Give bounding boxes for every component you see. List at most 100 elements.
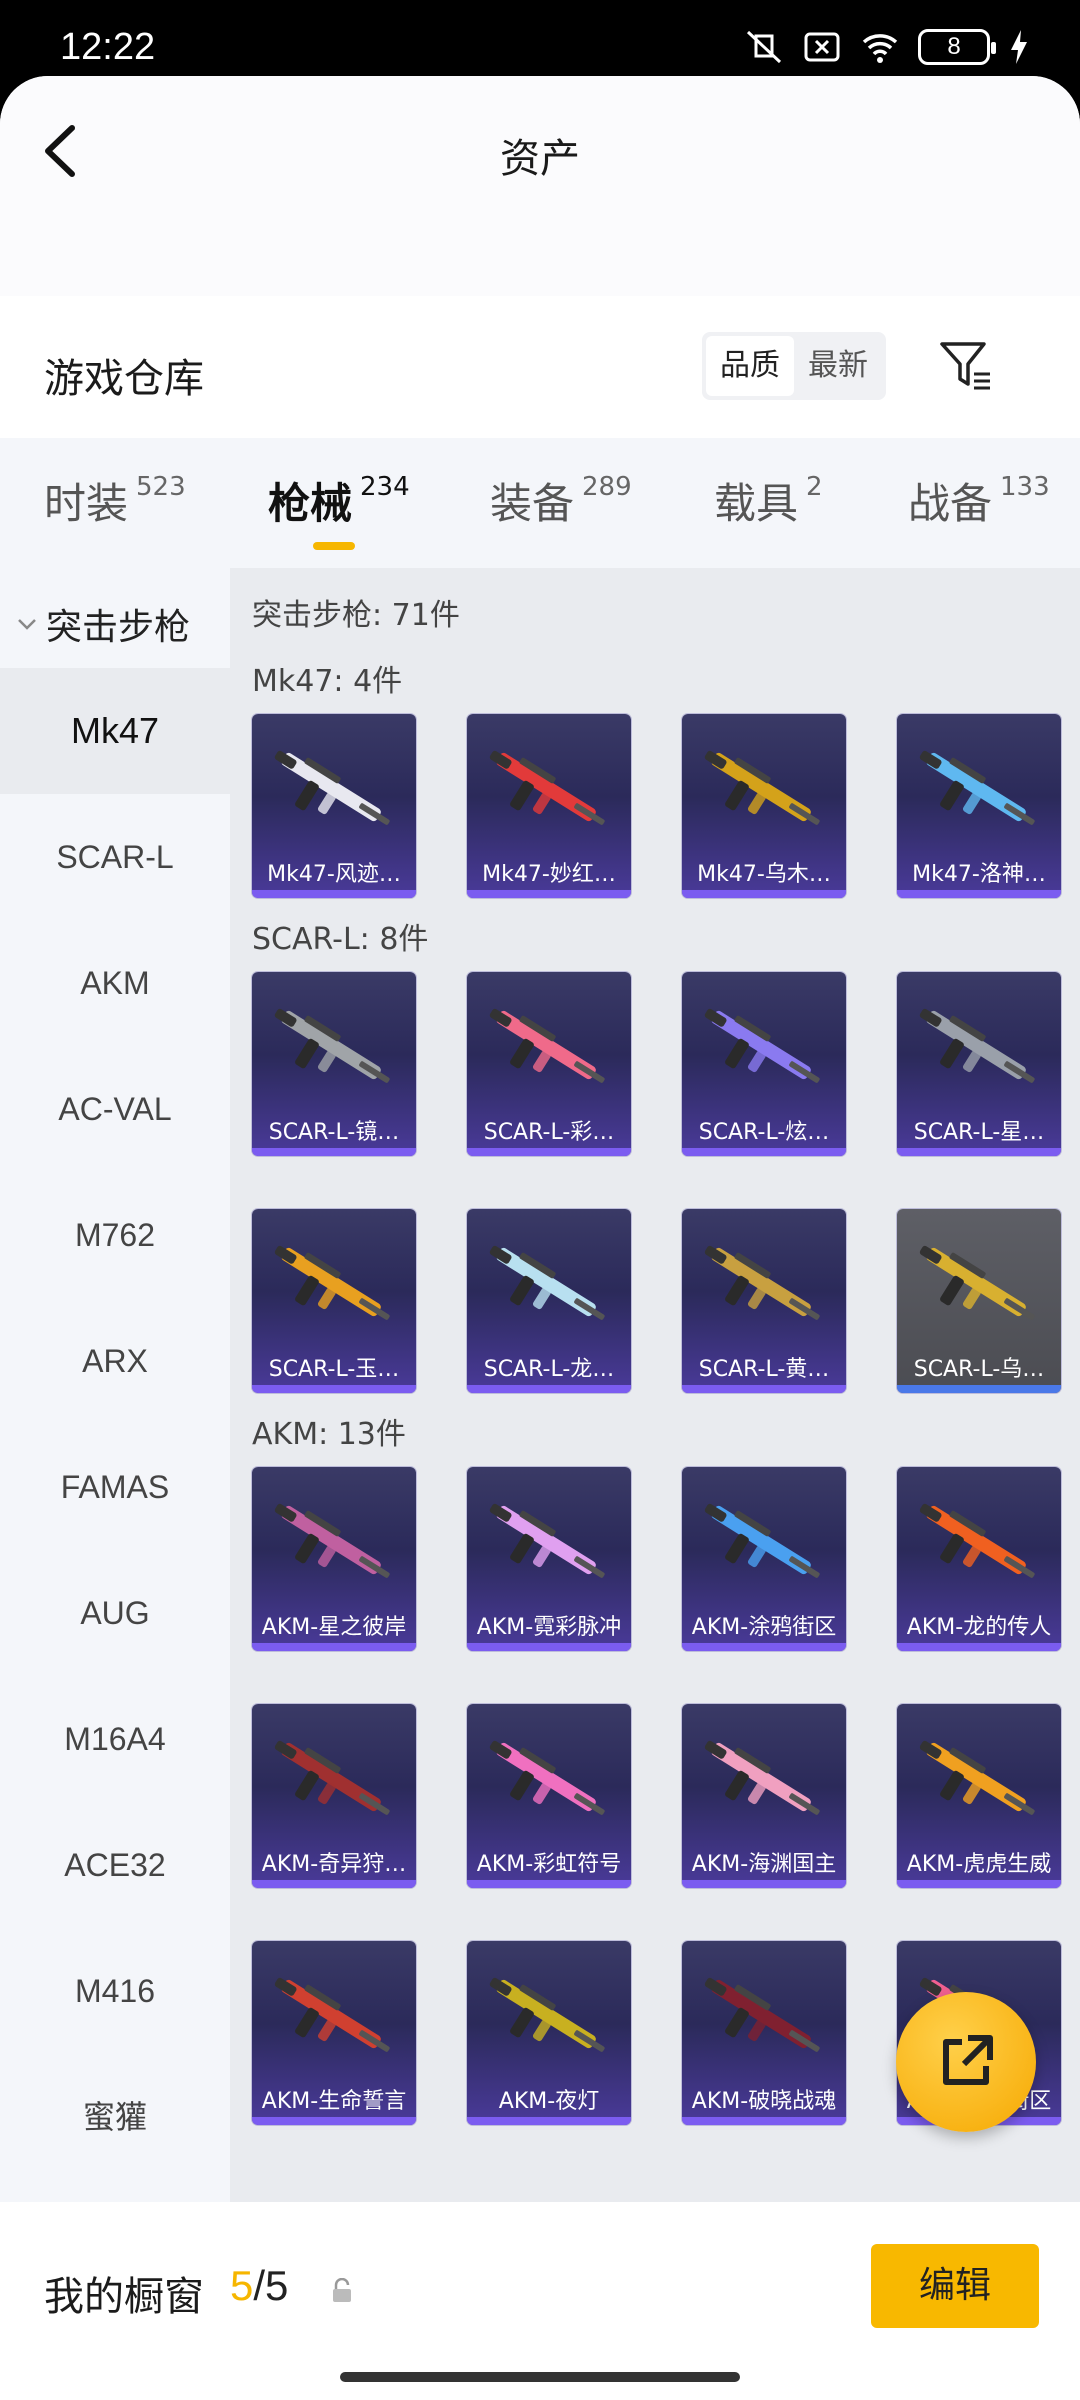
weapon-skin-name: AKM-奇异狩… — [261, 1852, 407, 1877]
rarity-bar — [252, 890, 416, 898]
sidebar-item[interactable]: AC-VAL — [0, 1046, 230, 1172]
tab-label: 时装 — [44, 479, 129, 528]
weapon-skin-card[interactable]: AKM-夜灯 — [467, 1941, 631, 2125]
weapon-skin-name: Mk47-洛神… — [912, 862, 1046, 887]
weapon-skin-image — [704, 750, 820, 825]
sidebar-item[interactable]: Mk47 — [0, 668, 230, 794]
tab-label: 战备 — [908, 479, 993, 528]
weapon-skin-card[interactable]: AKM-生命誓言 — [252, 1941, 416, 2125]
weapon-skin-card[interactable]: SCAR-L-镜… — [252, 972, 416, 1156]
weapon-skin-name: AKM-海渊国主 — [691, 1852, 837, 1877]
sidebar-item[interactable]: M16A4 — [0, 1676, 230, 1802]
top-header: 资产 — [0, 76, 1080, 296]
weapon-skin-name: AKM-霓彩脉冲 — [476, 1615, 622, 1640]
weapon-skin-card[interactable]: SCAR-L-乌… — [897, 1209, 1061, 1393]
external-link-icon — [943, 2035, 993, 2085]
rarity-bar — [252, 2117, 416, 2125]
weapon-skin-card[interactable]: SCAR-L-彩… — [467, 972, 631, 1156]
rarity-bar — [682, 2117, 846, 2125]
sidebar-item[interactable]: 蜜獾 — [0, 2054, 230, 2180]
weapon-skin-name: Mk47-风迹… — [267, 862, 401, 887]
items-grid-panel: 突击步枪: 71件 Mk47: 4件 Mk47-风迹… Mk47-妙红… Mk47-乌… — [230, 568, 1080, 2202]
tab-combat-gear[interactable]: 战备 133 — [908, 470, 1050, 531]
section-title: SCAR-L: 8件 — [252, 922, 429, 957]
weapon-skin-name: Mk47-乌木… — [697, 862, 831, 887]
weapon-skin-image — [919, 750, 1035, 825]
weapon-skin-card[interactable]: SCAR-L-星… — [897, 972, 1061, 1156]
weapon-skin-card[interactable]: AKM-奇异狩… — [252, 1704, 416, 1888]
rarity-bar — [467, 1880, 631, 1888]
tab-firearms[interactable]: 枪械 234 — [268, 470, 410, 531]
weapon-skin-card[interactable]: AKM-星之彼岸 — [252, 1467, 416, 1651]
sidebar-item[interactable]: AUG — [0, 1550, 230, 1676]
sidebar-item[interactable]: M416 — [0, 1928, 230, 2054]
weapon-skin-image — [274, 1740, 390, 1815]
active-tab-indicator — [313, 542, 355, 550]
tab-label: 装备 — [490, 479, 575, 528]
lock-icon — [333, 2278, 351, 2302]
weapon-skin-card[interactable]: SCAR-L-黄… — [682, 1209, 846, 1393]
sidebar-item[interactable]: ARX — [0, 1298, 230, 1424]
battery-indicator: 8 — [918, 29, 996, 65]
weapon-skin-image — [489, 750, 605, 825]
weapon-skin-image — [704, 1977, 820, 2052]
section-title: AKM: 13件 — [252, 1417, 406, 1452]
weapon-skin-card[interactable]: AKM-彩虹符号 — [467, 1704, 631, 1888]
weapon-skin-card[interactable]: Mk47-洛神… — [897, 714, 1061, 898]
tab-label: 载具 — [714, 479, 799, 528]
sidebar-item[interactable]: M762 — [0, 1172, 230, 1298]
sort-option-newest[interactable]: 最新 — [794, 336, 882, 396]
tab-fashion[interactable]: 时装 523 — [44, 470, 186, 531]
rarity-bar — [682, 890, 846, 898]
sidebar-group-assault-rifles[interactable]: 突击步枪 — [16, 598, 190, 650]
rarity-bar — [467, 890, 631, 898]
rarity-bar — [897, 890, 1061, 898]
share-fab[interactable] — [896, 1992, 1036, 2132]
weapon-skin-image — [919, 1245, 1035, 1320]
weapon-skin-image — [274, 1245, 390, 1320]
weapon-type-sidebar: 突击步枪 Mk47 SCAR-L AKM AC-VAL M762 ARX FAMAS AUG M… — [0, 568, 230, 2202]
sidebar-item[interactable]: AKM — [0, 920, 230, 1046]
sidebar-group-label: 突击步枪 — [46, 607, 191, 648]
sort-option-quality[interactable]: 品质 — [706, 336, 794, 396]
weapon-skin-card[interactable]: SCAR-L-玉… — [252, 1209, 416, 1393]
weapon-skin-image — [274, 1977, 390, 2052]
weapon-skin-card[interactable]: AKM-海渊国主 — [682, 1704, 846, 1888]
weapon-skin-image — [274, 750, 390, 825]
weapon-skin-card[interactable]: AKM-霓彩脉冲 — [467, 1467, 631, 1651]
home-indicator[interactable] — [340, 2372, 740, 2382]
showcase-current: 5 — [230, 2262, 254, 2309]
sidebar-item[interactable]: ACE32 — [0, 1802, 230, 1928]
weapon-skin-name: AKM-星之彼岸 — [261, 1615, 407, 1640]
weapon-skin-card[interactable]: Mk47-乌木… — [682, 714, 846, 898]
weapon-skin-name: AKM-破晓战魂 — [691, 2089, 837, 2114]
rarity-bar — [252, 1643, 416, 1651]
weapon-skin-card[interactable]: AKM-龙的传人 — [897, 1467, 1061, 1651]
rarity-bar — [897, 1880, 1061, 1888]
tab-equipment[interactable]: 装备 289 — [490, 470, 632, 531]
weapon-skin-image — [704, 1503, 820, 1578]
tab-vehicles[interactable]: 载具 2 — [714, 470, 823, 531]
weapon-skin-card[interactable]: SCAR-L-龙… — [467, 1209, 631, 1393]
edit-button[interactable]: 编辑 — [871, 2244, 1039, 2328]
sidebar-item[interactable]: SCAR-L — [0, 794, 230, 920]
weapon-skin-card[interactable]: Mk47-风迹… — [252, 714, 416, 898]
weapon-skin-card[interactable]: Mk47-妙红… — [467, 714, 631, 898]
wifi-icon — [862, 34, 898, 63]
weapon-skin-card[interactable]: AKM-破晓战魂 — [682, 1941, 846, 2125]
mute-vibrate-icon — [746, 30, 782, 64]
weapon-skin-name: AKM-生命誓言 — [261, 2089, 407, 2114]
rarity-bar — [897, 1148, 1061, 1156]
weapon-skin-image — [489, 1245, 605, 1320]
weapon-skin-card[interactable]: AKM-涂鸦街区 — [682, 1467, 846, 1651]
filter-icon[interactable] — [936, 336, 996, 396]
weapon-skin-image — [274, 1503, 390, 1578]
sidebar-item[interactable]: FAMAS — [0, 1424, 230, 1550]
chevron-down-icon — [18, 619, 36, 630]
weapon-skin-card[interactable]: AKM-虎虎生威 — [897, 1704, 1061, 1888]
rarity-bar — [467, 1385, 631, 1393]
weapon-skin-image — [704, 1245, 820, 1320]
rarity-bar — [682, 1643, 846, 1651]
weapon-skin-name: AKM-虎虎生威 — [906, 1852, 1052, 1877]
weapon-skin-card[interactable]: SCAR-L-炫… — [682, 972, 846, 1156]
